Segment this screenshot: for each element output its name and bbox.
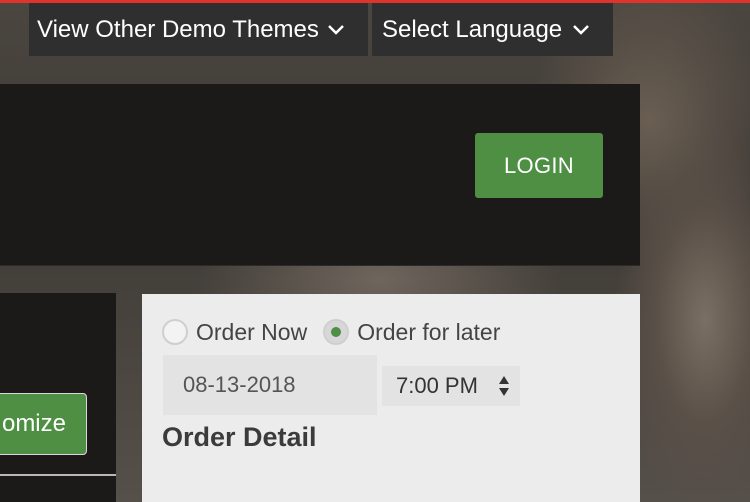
order-detail-heading: Order Detail (162, 422, 317, 452)
demo-themes-dropdown[interactable]: View Other Demo Themes (29, 3, 368, 56)
language-dropdown[interactable]: Select Language (372, 3, 613, 56)
order-later-radio[interactable] (323, 319, 350, 345)
order-time-select[interactable]: 7:00 PM (382, 366, 520, 406)
updown-arrows-icon (499, 376, 509, 396)
time-value: 7:00 PM (396, 373, 478, 398)
order-timing-options: Order Now Order for later (162, 317, 516, 347)
order-now-radio[interactable] (162, 319, 188, 345)
chevron-down-icon (573, 25, 589, 35)
divider (0, 474, 116, 476)
chevron-down-icon (328, 25, 344, 35)
order-now-label[interactable]: Order Now (196, 319, 307, 346)
order-date-input[interactable] (163, 355, 377, 415)
login-button[interactable]: LOGIN (475, 133, 603, 198)
language-label: Select Language (382, 15, 563, 43)
customize-button[interactable]: omize (0, 393, 87, 455)
demo-themes-label: View Other Demo Themes (37, 15, 319, 43)
order-later-label[interactable]: Order for later (357, 319, 500, 346)
